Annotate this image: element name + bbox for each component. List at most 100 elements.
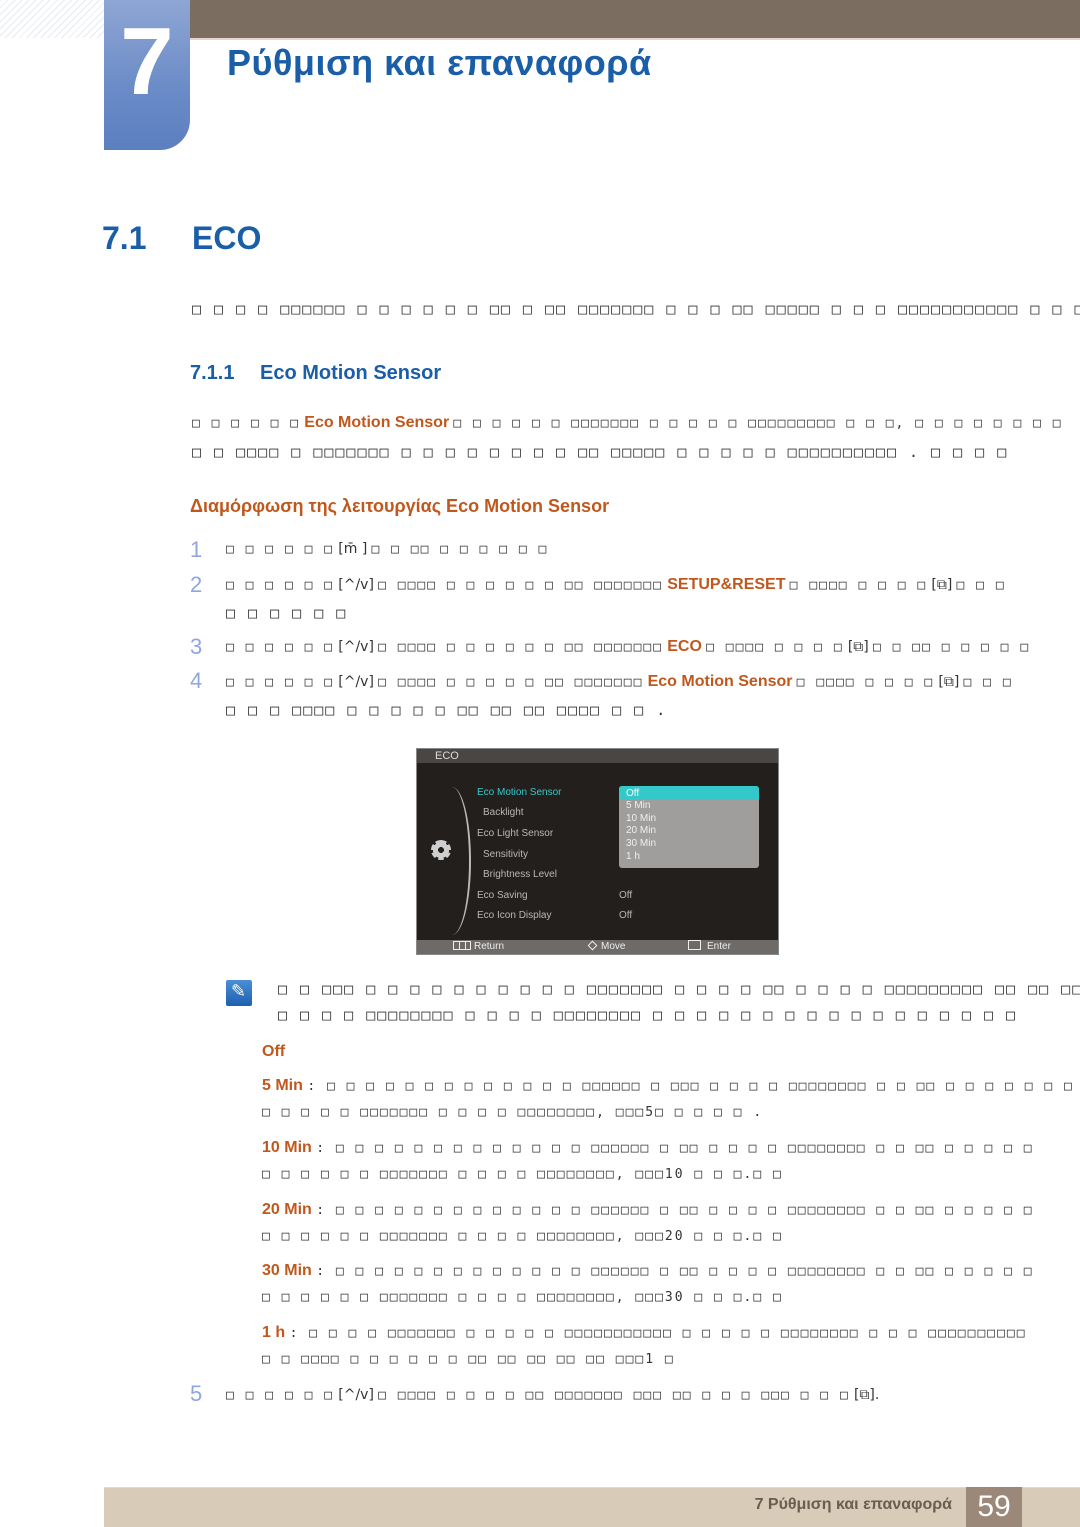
step-text: □ □□□□ □ □ □ □ □ □ □□ □□□□□□□ — [378, 578, 664, 593]
step-number: 2 — [190, 572, 203, 597]
option-label: Off — [262, 1043, 286, 1060]
step-text: □ □ □ — [956, 578, 1006, 593]
step-text: □ □□□□ □ □ □ □ — [706, 640, 844, 655]
option-5-min: 5 Min : □ □ □ □ □ □ □ □ □ □ □ □ □ □□□□□□… — [262, 1077, 1074, 1095]
option-off: Off — [262, 1043, 285, 1061]
step-number: 5 — [190, 1381, 203, 1406]
osd-menu-screenshot: ECO Eco Motion Sensor Backlight Eco Ligh… — [416, 748, 779, 955]
step-number: 1 — [190, 537, 203, 562]
osd-footer: Return Move Enter — [417, 940, 778, 954]
gear-icon — [431, 840, 451, 860]
note-icon — [226, 980, 252, 1006]
osd-dropdown: Off 5 Min 10 Min 20 Min 30 Min 1 h — [619, 786, 759, 868]
option-label: 1 h — [262, 1324, 286, 1341]
footer-chapter-title: 7 Ρύθμιση και επαναφορά — [754, 1496, 952, 1513]
option-5-min-line2: □ □ □ □ □ □□□□□□□ □ □ □ □ □□□□□□□□, □□□5… — [262, 1105, 764, 1120]
osd-value-eco-saving: Off — [619, 890, 633, 901]
page-number: 59 — [966, 1487, 1022, 1527]
step-text: □ □ □□ □ □ □ □ □ — [872, 640, 1031, 655]
option-text: : □ □ □ □ □ □ □ □ □ □ □ □ □ □□□□□□ □ □□ … — [316, 1203, 1034, 1218]
chapter-number: 7 — [120, 8, 174, 115]
osd-item-backlight: Backlight — [483, 807, 524, 818]
option-text: : □ □ □ □ □□□□□□□ □ □ □ □ □ □□□□□□□□□□□ … — [289, 1326, 1027, 1341]
step-number: 4 — [190, 668, 203, 693]
section-number: 7.1 — [102, 220, 147, 256]
option-1-h-line2: □ □ □□□□ □ □ □ □ □ □ □□ □□ □□ □□ □□ □□□1… — [262, 1352, 675, 1367]
subsection-desc-line1: □ □ □ □ □ □ Eco Motion Sensor □ □ □ □ □ … — [192, 414, 1063, 432]
step-number: 3 — [190, 634, 203, 659]
step-2: □ □ □ □ □ □ [^/v] □ □□□□ □ □ □ □ □ □ □□ … — [226, 576, 1006, 594]
desc-text: □ □ □ □ □ □ — [192, 416, 301, 431]
menu-key-icon: [m̄ ] — [338, 541, 368, 557]
osd-option-10-min: 10 Min — [626, 812, 657, 824]
option-label: 20 Min — [262, 1201, 312, 1218]
step-highlight: ECO — [667, 638, 702, 655]
option-30-min: 30 Min : □ □ □ □ □ □ □ □ □ □ □ □ □ □□□□□… — [262, 1262, 1034, 1280]
option-20-min-line2: □ □ □ □ □ □ □□□□□□□ □ □ □ □ □□□□□□□□, □□… — [262, 1229, 783, 1244]
osd-item-eco-motion-sensor: Eco Motion Sensor — [477, 787, 562, 798]
note-line2: □ □ □ □ □□□□□□□□ □ □ □ □ □□□□□□□□ □ □ □ … — [278, 1006, 1018, 1024]
osd-title: ECO — [435, 750, 459, 762]
up-down-key-icon: [^/v] — [338, 1387, 374, 1403]
header-hatch-decoration — [0, 0, 104, 38]
option-30-min-line2: □ □ □ □ □ □ □□□□□□□ □ □ □ □ □□□□□□□□, □□… — [262, 1290, 783, 1305]
step-1: □ □ □ □ □ □ [m̄ ] □ □ □□ □ □ □ □ □ □ — [226, 540, 548, 557]
option-label: 30 Min — [262, 1262, 312, 1279]
return-label: Return — [474, 941, 505, 952]
up-down-key-icon: [^/v] — [338, 674, 374, 690]
step-text: □ □□□□ □ □ □ □ — [796, 675, 935, 690]
subsection-number: 7.1.1 — [190, 362, 235, 384]
osd-option-30-min: 30 Min — [626, 838, 657, 850]
option-10-min: 10 Min : □ □ □ □ □ □ □ □ □ □ □ □ □ □□□□□… — [262, 1139, 1034, 1157]
osd-option-20-min: 20 Min — [626, 825, 657, 837]
osd-title-bar: ECO — [417, 749, 778, 763]
subsection-desc-line2: □ □ □□□□ □ □□□□□□□ □ □ □ □ □ □ □ □ □□ □□… — [192, 443, 1009, 461]
header-band — [190, 0, 1080, 38]
step-text: □ □ □ □ □ □ — [226, 675, 335, 690]
osd-option-1-h: 1 h — [626, 850, 640, 862]
desc-highlight: Eco Motion Sensor — [304, 414, 450, 431]
option-text: : □ □ □ □ □ □ □ □ □ □ □ □ □ □□□□□□ □ □□ … — [316, 1264, 1034, 1279]
enter-label: Enter — [707, 941, 731, 952]
osd-item-brightness-level: Brightness Level — [483, 869, 557, 880]
osd-item-eco-light-sensor: Eco Light Sensor — [477, 828, 554, 839]
osd-arc-decoration — [433, 787, 471, 935]
step-text: □ □ □ □ □ □ — [226, 640, 335, 655]
subsection-title: Eco Motion Sensor — [260, 362, 442, 384]
up-down-key-icon: [^/v] — [338, 577, 374, 593]
step-text: □ □ □ □ □ □ — [226, 542, 335, 557]
page-footer: 7 Ρύθμιση και επαναφορά — [104, 1487, 1080, 1527]
option-text: : □ □ □ □ □ □ □ □ □ □ □ □ □ □□□□□□ □ □□ … — [316, 1141, 1034, 1156]
step-text: □ □□□□ □ □ □ □ □ □ □□ □□□□□□□ — [378, 640, 664, 655]
section-intro: □ □ □ □ □□□□□□ □ □ □ □ □ □ □□ □ □□ □□□□□… — [192, 300, 1080, 318]
option-label: 10 Min — [262, 1139, 312, 1156]
osd-footer-return: Return — [453, 940, 504, 954]
step-4: □ □ □ □ □ □ [^/v] □ □□□□ □ □ □ □ □ □□ □□… — [226, 673, 1013, 691]
step-3: □ □ □ □ □ □ [^/v] □ □□□□ □ □ □ □ □ □ □□ … — [226, 638, 1030, 656]
step-5: □ □ □ □ □ □ [^/v] □ □□□□ □ □ □ □ □□ □□□□… — [226, 1386, 879, 1403]
osd-option-5-min: 5 Min — [626, 800, 651, 811]
enter-key-icon: [⧉]. — [853, 1387, 880, 1403]
option-1-h: 1 h : □ □ □ □ □□□□□□□ □ □ □ □ □ □□□□□□□□… — [262, 1324, 1027, 1342]
step-2-line2: □ □ □ □ □ □ — [226, 604, 348, 622]
osd-footer-enter: Enter — [688, 940, 731, 954]
osd-footer-move: Move — [587, 940, 625, 954]
option-label: 5 Min — [262, 1077, 303, 1094]
enter-icon — [688, 940, 701, 950]
step-text: □ □□□□ □ □ □ □ — [789, 578, 928, 593]
option-text: : □ □ □ □ □ □ □ □ □ □ □ □ □ □□□□□□ □ □□□… — [307, 1079, 1074, 1094]
osd-option-off: Off — [619, 786, 759, 800]
procedure-title: Διαμόρφωση της λειτουργίας Eco Motion Se… — [190, 496, 610, 516]
enter-key-icon: [⧉] — [847, 639, 869, 655]
up-down-key-icon: [^/v] — [338, 639, 374, 655]
step-text: □ □□□□ □ □ □ □ □□ □□□□□□□ □□□ □□ □ □ □ □… — [378, 1388, 850, 1403]
step-4-line2: □ □ □ □□□□ □ □ □ □ □ □□ □□ □□ □□□□ □ □ . — [226, 701, 668, 719]
step-text: □ □□□□ □ □ □ □ □ □□ □□□□□□□ — [378, 675, 644, 690]
osd-item-eco-icon-display: Eco Icon Display — [477, 910, 552, 921]
option-10-min-line2: □ □ □ □ □ □ □□□□□□□ □ □ □ □ □□□□□□□□, □□… — [262, 1167, 783, 1182]
section-title: ECO — [192, 220, 262, 256]
desc-text: □ □ □ □ □ □ □□□□□□□ □ □ □ □ □ □□□□□□□□□ … — [453, 416, 1063, 431]
step-text: □ □ □□ □ □ □ □ □ □ — [371, 542, 549, 557]
enter-key-icon: [⧉] — [938, 674, 960, 690]
note-line1: □ □ □□□ □ □ □ □ □ □ □ □ □ □ □□□□□□□ □ □ … — [278, 980, 1080, 998]
